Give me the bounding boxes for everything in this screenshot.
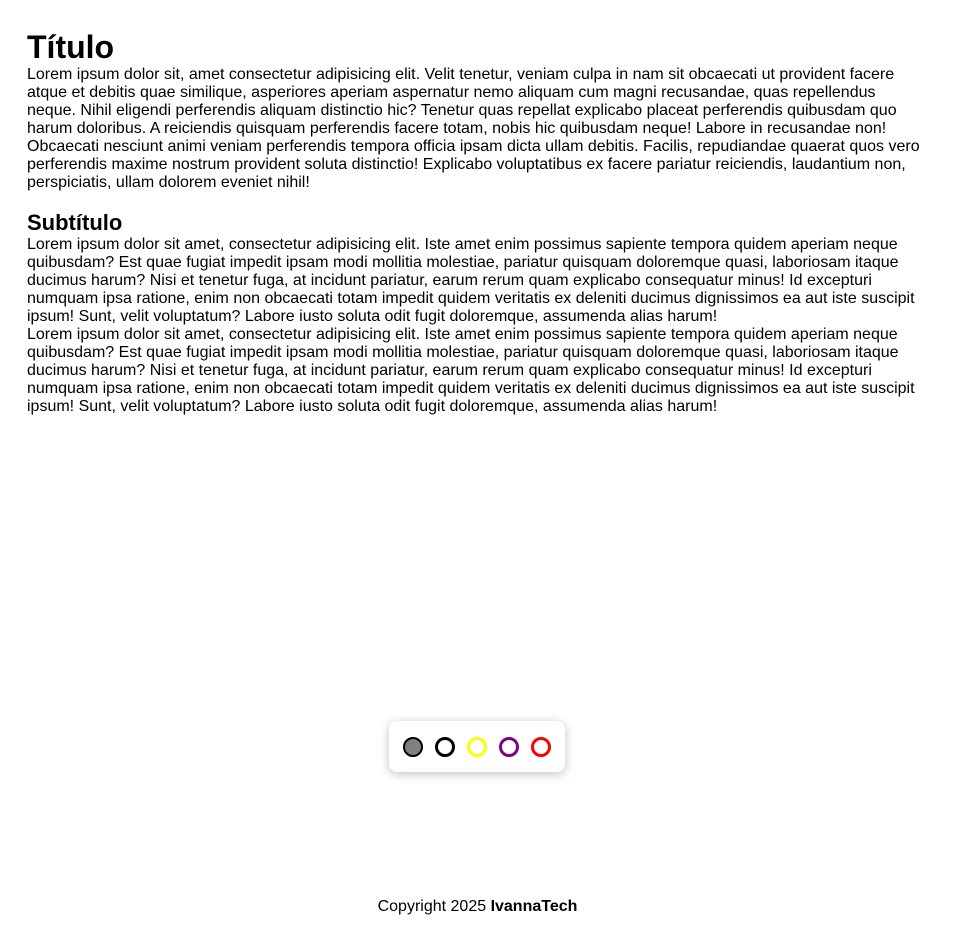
color-swatch-purple[interactable]	[499, 736, 519, 757]
section-paragraph-1: Lorem ipsum dolor sit amet, consectetur …	[27, 236, 915, 325]
footer: Copyright 2025 IvannaTech	[0, 898, 955, 916]
copyright-text: Copyright 2025	[377, 898, 491, 915]
intro-paragraph: Lorem ipsum dolor sit, amet consectetur …	[27, 66, 920, 191]
brand-name: IvannaTech	[490, 898, 578, 915]
color-swatch-gray[interactable]	[403, 736, 423, 757]
section-paragraph-2: Lorem ipsum dolor sit amet, consectetur …	[27, 326, 915, 415]
color-swatch-black[interactable]	[435, 736, 455, 757]
section-subtitle: Subtítulo	[27, 210, 123, 235]
color-palette	[389, 721, 565, 772]
page: Título Lorem ipsum dolor sit, amet conse…	[0, 0, 955, 925]
color-swatch-red[interactable]	[531, 736, 551, 757]
color-swatch-yellow[interactable]	[467, 736, 487, 757]
article: Título Lorem ipsum dolor sit, amet conse…	[27, 28, 927, 416]
page-title: Título	[27, 29, 115, 65]
